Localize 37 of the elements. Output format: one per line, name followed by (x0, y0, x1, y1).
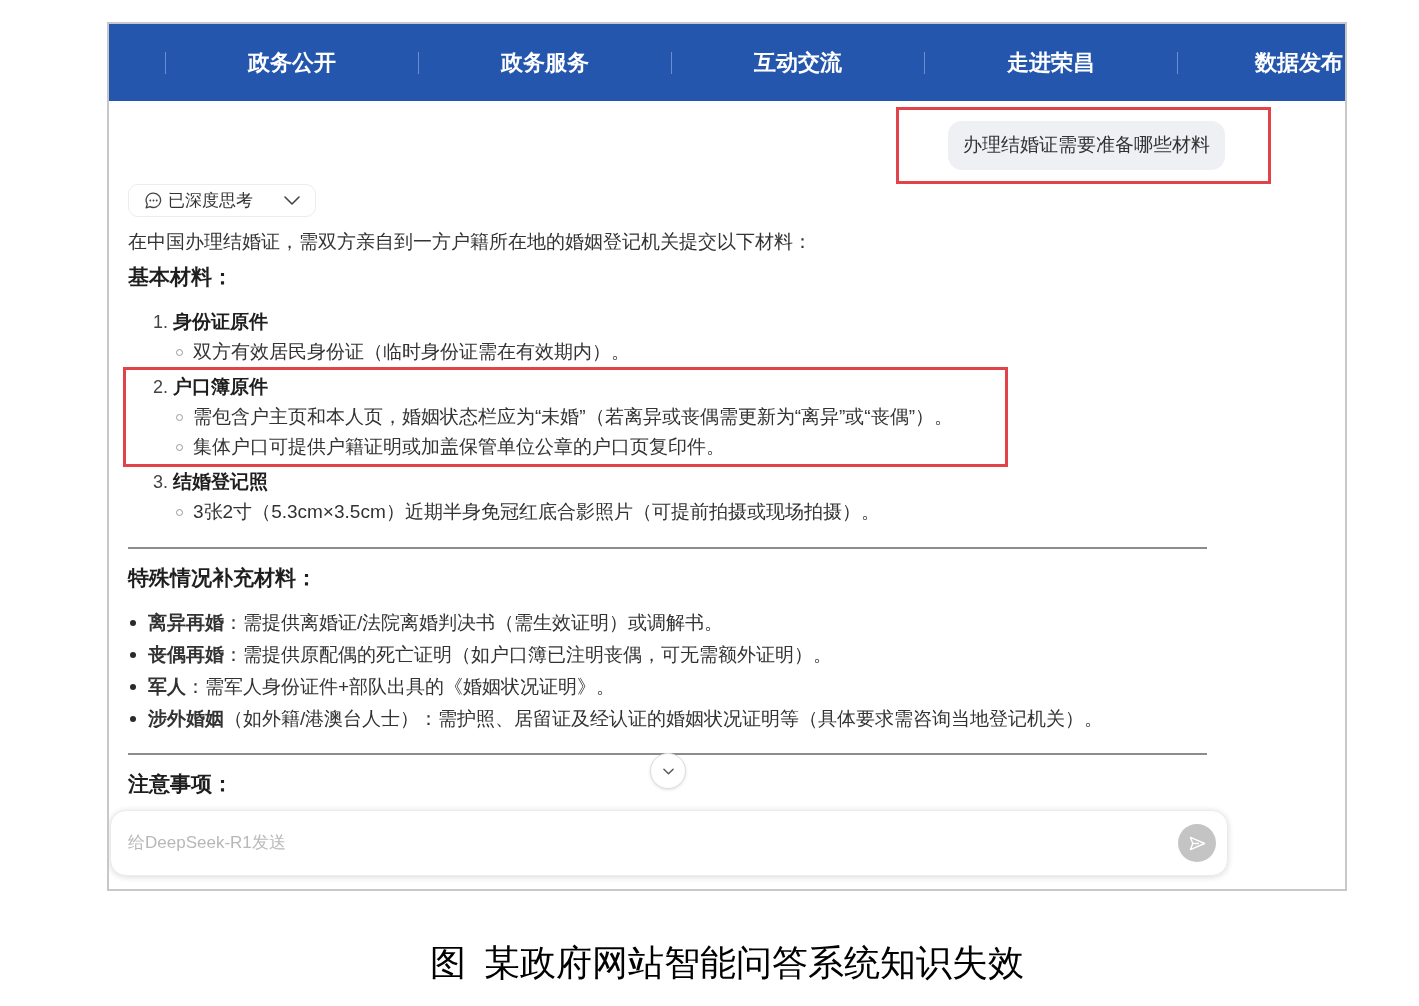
message-input-box[interactable]: 给DeepSeek-R1发送 (110, 810, 1228, 876)
list-item-text: 集体户口可提供户籍证明或加盖保管单位公章的户口页复印件。 (193, 435, 725, 459)
send-icon (1188, 835, 1206, 851)
section-heading: 基本材料： (128, 264, 233, 290)
send-button[interactable] (1178, 824, 1216, 862)
message-bubble: 办理结婚证需要准备哪些材料 (948, 121, 1225, 170)
list-number: 3. (153, 471, 169, 494)
nav-link[interactable]: 政务公开 (248, 46, 336, 79)
nav-link[interactable]: 数据发布 (1255, 46, 1343, 79)
bullet-icon (130, 716, 136, 722)
nav-link[interactable]: 政务服务 (501, 46, 589, 79)
list-item-title: 身份证原件 (173, 310, 268, 334)
chat-bubble-icon (145, 192, 162, 209)
nav-link[interactable]: 互动交流 (754, 46, 842, 79)
list-item-text: 需包含户主页和本人页，婚姻状态栏应为“未婚”（若离异或丧偶需更新为“离异”或“丧偶”）。 (193, 405, 953, 429)
list-item-title: 户口簿原件 (173, 375, 268, 399)
figure-caption: 图 某政府网站智能问答系统知识失效 (429, 942, 1025, 985)
thinking-toggle[interactable]: 已深度思考 (128, 184, 316, 217)
answer-intro: 在中国办理结婚证，需双方亲自到一方户籍所在地的婚姻登记机关提交以下材料： (128, 230, 812, 254)
list-item-text: 丧偶再婚：需提供原配偶的死亡证明（如户口簿已注明丧偶，可无需额外证明）。 (148, 643, 832, 667)
bullet-icon (130, 620, 136, 626)
list-item-text: 双方有效居民身份证（临时身份证需在有效期内）。 (193, 340, 630, 364)
section-heading: 注意事项： (128, 771, 233, 797)
scroll-down-button[interactable] (650, 753, 686, 789)
nav-link[interactable]: 走进荣昌 (1007, 46, 1095, 79)
chevron-down-icon (662, 767, 674, 775)
list-item-text: 军人：需军人身份证件+部队出具的《婚姻状况证明》。 (148, 675, 616, 699)
bullet-icon (130, 684, 136, 690)
list-item-text: 涉外婚姻（如外籍/港澳台人士）：需护照、居留证及经认证的婚姻状况证明等（具体要求需咨询当地登记机关）。 (148, 707, 1104, 731)
bullet-icon (130, 652, 136, 658)
section-heading: 特殊情况补充材料： (128, 565, 317, 591)
list-number: 2. (153, 376, 169, 399)
list-item-text: 离异再婚：需提供离婚证/法院离婚判决书（需生效证明）或调解书。 (148, 611, 724, 635)
list-number: 1. (153, 311, 169, 334)
message-input[interactable]: 给DeepSeek-R1发送 (128, 823, 1178, 863)
list-item-title: 结婚登记照 (173, 470, 268, 494)
list-item-text: 3张2寸（5.3cm×3.5cm）近期半身免冠红底合影照片（可提前拍摄或现场拍摄）。 (193, 500, 880, 524)
